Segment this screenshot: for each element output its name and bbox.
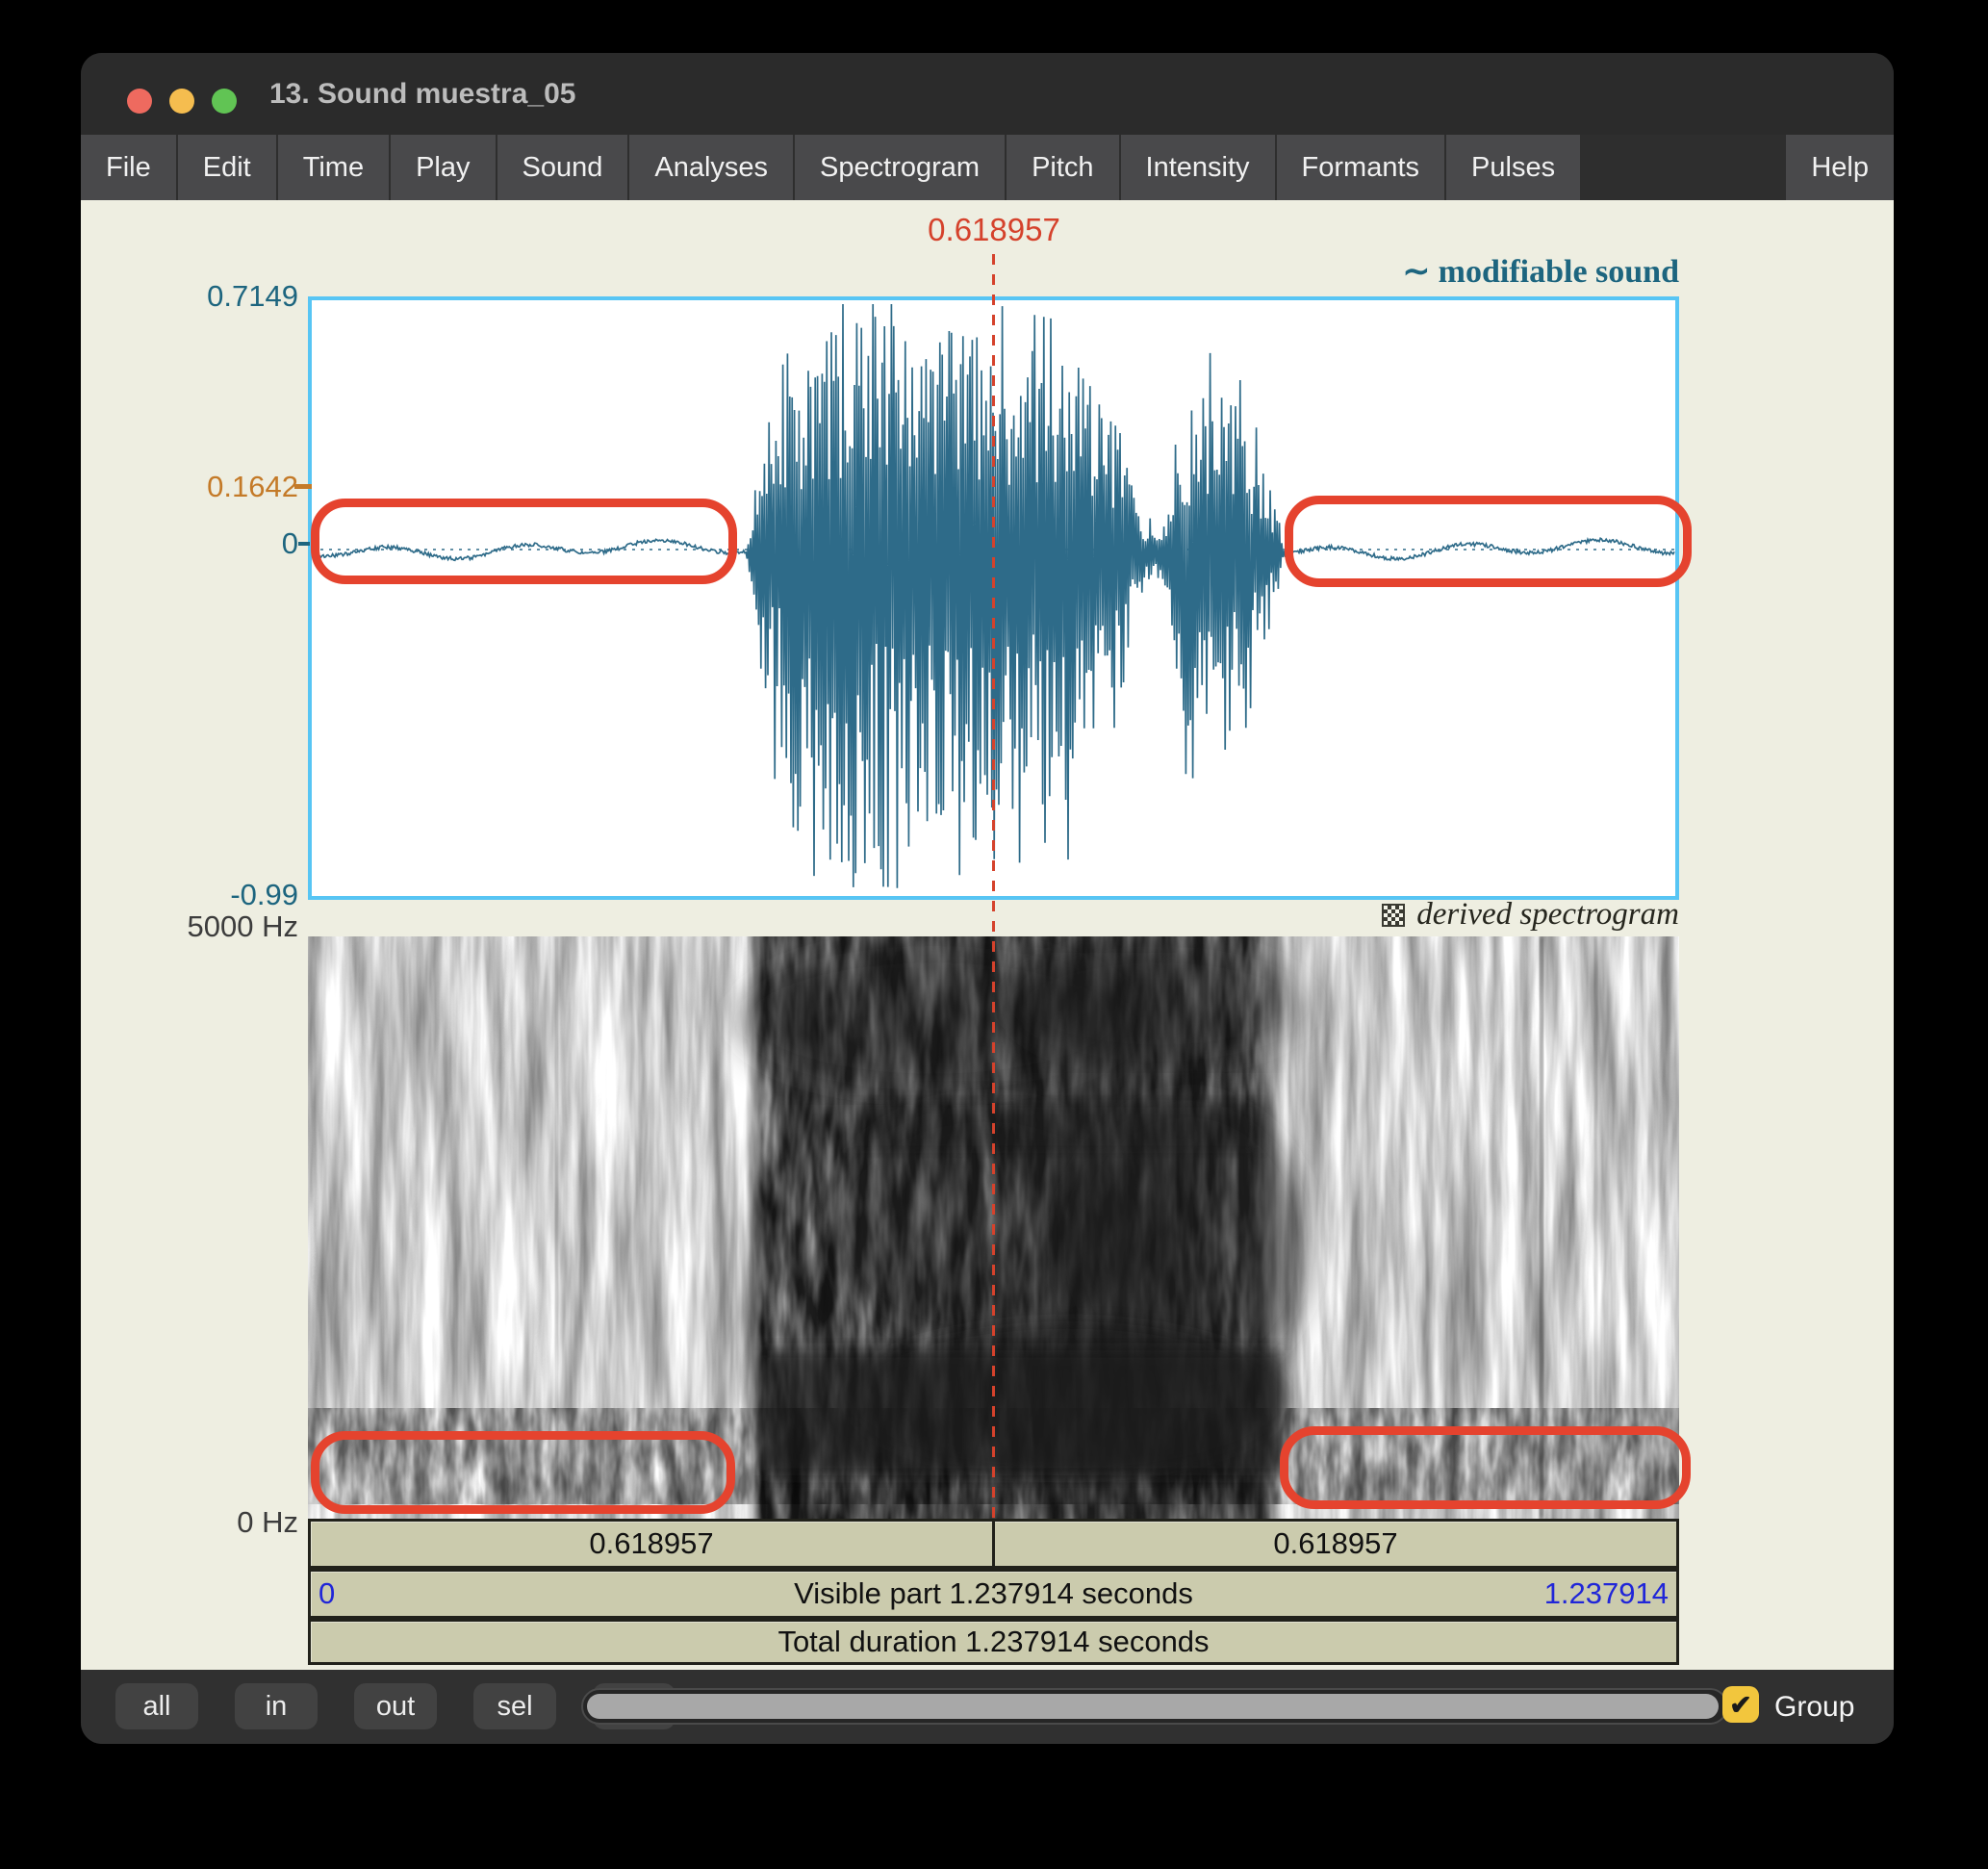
yzero-tick: [298, 542, 310, 546]
menu-analyses[interactable]: Analyses: [629, 135, 793, 200]
editor-content: 0.618957 0.7149 0.1642 0 -0.99 ∼ modifia…: [81, 200, 1894, 1670]
zoom-selection-button[interactable]: sel: [473, 1683, 556, 1729]
minimize-window-icon[interactable]: [169, 89, 194, 114]
group-checkbox-label: Group: [1774, 1670, 1854, 1744]
cursor-line[interactable]: [992, 254, 995, 1521]
zoom-window-icon[interactable]: [212, 89, 237, 114]
group-checkbox[interactable]: ✔: [1722, 1686, 1759, 1723]
ymark-tick: [294, 484, 312, 489]
time-scrollbar[interactable]: [581, 1688, 1728, 1725]
show-all-button[interactable]: all: [115, 1683, 198, 1729]
menu-bar: File Edit Time Play Sound Analyses Spect…: [81, 135, 1894, 200]
praat-sound-editor-window: 13. Sound muestra_05 File Edit Time Play…: [81, 53, 1894, 1744]
interval-right-button[interactable]: 0.618957: [995, 1522, 1676, 1566]
wave-ymark-label: 0.1642: [154, 470, 298, 504]
menu-intensity[interactable]: Intensity: [1121, 135, 1275, 200]
visible-part-button[interactable]: 0 Visible part 1.237914 seconds 1.237914: [308, 1569, 1679, 1619]
wave-ymin-label: -0.99: [154, 878, 298, 912]
annotation-rect-wave-right: [1285, 496, 1692, 587]
menu-file[interactable]: File: [81, 135, 176, 200]
bottom-toolbar: all in out sel bak ✔ Group: [81, 1670, 1894, 1744]
visible-start-value: 0: [319, 1576, 335, 1611]
menu-spectrogram[interactable]: Spectrogram: [795, 135, 1005, 200]
visible-part-label: Visible part 1.237914 seconds: [794, 1576, 1193, 1611]
spec-freqmax-label: 5000 Hz: [87, 909, 298, 944]
menu-pulses[interactable]: Pulses: [1446, 135, 1580, 200]
annotation-rect-spec-right: [1280, 1426, 1691, 1509]
menu-help[interactable]: Help: [1786, 135, 1894, 200]
total-duration-button[interactable]: Total duration 1.237914 seconds: [308, 1619, 1679, 1665]
title-bar: 13. Sound muestra_05: [81, 53, 1894, 135]
menu-formants[interactable]: Formants: [1277, 135, 1444, 200]
visible-end-value: 1.237914: [1544, 1576, 1669, 1611]
zoom-in-button[interactable]: in: [235, 1683, 318, 1729]
sound-wave-icon: ∼: [1403, 254, 1431, 290]
derived-spectrogram-legend: derived spectrogram: [1382, 897, 1679, 933]
wave-ymax-label: 0.7149: [154, 279, 298, 314]
menu-play[interactable]: Play: [391, 135, 495, 200]
menu-spacer: [1582, 135, 1784, 200]
menu-pitch[interactable]: Pitch: [1007, 135, 1118, 200]
wave-yzero-label: 0: [154, 526, 298, 561]
modifiable-sound-legend: ∼ modifiable sound: [1403, 252, 1679, 291]
zoom-out-button[interactable]: out: [354, 1683, 437, 1729]
interval-left-button[interactable]: 0.618957: [311, 1522, 992, 1566]
interval-bar: 0.618957 0.618957: [308, 1519, 1679, 1569]
annotation-rect-spec-left: [311, 1431, 735, 1514]
time-scrollbar-thumb[interactable]: [587, 1694, 1719, 1719]
checker-icon: [1382, 904, 1405, 927]
menu-time[interactable]: Time: [278, 135, 389, 200]
menu-edit[interactable]: Edit: [178, 135, 276, 200]
spec-freqmin-label: 0 Hz: [87, 1505, 298, 1540]
cursor-time-label[interactable]: 0.618957: [859, 212, 1129, 248]
window-title: 13. Sound muestra_05: [269, 53, 575, 135]
close-window-icon[interactable]: [127, 89, 152, 114]
total-duration-label: Total duration 1.237914 seconds: [777, 1625, 1209, 1659]
menu-sound[interactable]: Sound: [497, 135, 628, 200]
annotation-rect-wave-left: [311, 499, 737, 584]
check-icon: ✔: [1729, 1689, 1751, 1721]
